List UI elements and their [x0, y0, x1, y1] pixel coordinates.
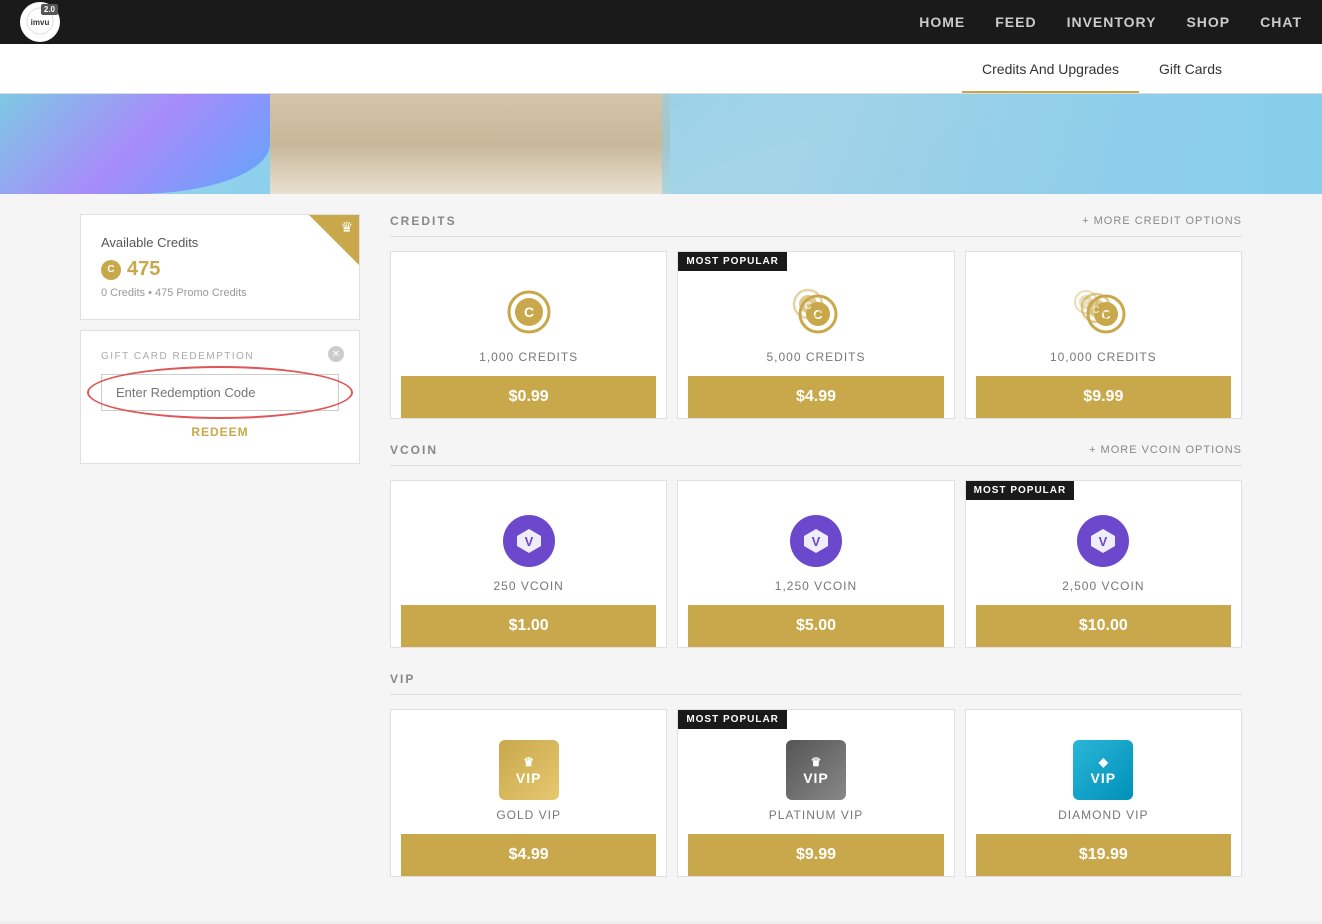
vcoin-price-btn-250[interactable]: $1.00 — [401, 605, 656, 647]
nav-inventory[interactable]: INVENTORY — [1067, 14, 1157, 30]
credits-icon-10000: C C C — [1073, 282, 1133, 342]
vip-icon-diamond: ◆ VIP — [1073, 740, 1133, 800]
gold-corner-badge: ♛ — [309, 215, 359, 265]
vcoin-label-250: 250 VCOIN — [493, 579, 563, 593]
credits-number: 475 — [127, 258, 160, 281]
vcoin-section-title: VCOIN — [390, 443, 438, 457]
hero-person — [270, 94, 670, 194]
credits-price-btn-5000[interactable]: $4.99 — [688, 376, 943, 418]
credits-card-1000: C 1,000 CREDITS $0.99 — [390, 251, 667, 419]
beta-badge: 2.0 — [41, 4, 58, 15]
vcoin-section-header: VCOIN + MORE VCOIN OPTIONS — [390, 443, 1242, 466]
vcoin-icon-1250: V — [786, 511, 846, 571]
svg-text:C: C — [524, 304, 534, 320]
hero-orbs — [0, 94, 270, 194]
vip-price-btn-gold[interactable]: $4.99 — [401, 834, 656, 876]
vcoin-label-2500: 2,500 VCOIN — [1062, 579, 1144, 593]
vip-card-diamond: ◆ VIP DIAMOND VIP $19.99 — [965, 709, 1242, 877]
svg-text:C: C — [804, 301, 811, 312]
vip-crown-gold: ♛ — [523, 755, 534, 769]
credits-icon-1000: C — [499, 282, 559, 342]
credits-title: Available Credits — [101, 235, 339, 250]
svg-text:V: V — [812, 534, 821, 549]
svg-text:C: C — [1083, 299, 1089, 308]
vcoin-card-1250: V 1,250 VCOIN $5.00 — [677, 480, 954, 648]
nav-links: HOME FEED INVENTORY SHOP CHAT — [919, 14, 1302, 30]
vcoin-price-btn-2500[interactable]: $10.00 — [976, 605, 1231, 647]
credits-breakdown: 0 Credits • 475 Promo Credits — [101, 287, 339, 299]
svg-text:V: V — [524, 534, 533, 549]
credits-card-10000: C C C 10,000 CREDITS $9.99 — [965, 251, 1242, 419]
credits-amount: C 475 — [101, 258, 339, 281]
redemption-close-button[interactable]: ✕ — [328, 346, 344, 362]
credits-more-options[interactable]: + MORE CREDIT OPTIONS — [1082, 215, 1242, 227]
hero-banner — [0, 94, 1322, 194]
credits-price-btn-1000[interactable]: $0.99 — [401, 376, 656, 418]
vip-label-platinum: PLATINUM VIP — [769, 808, 863, 822]
credits-card-5000: MOST POPULAR C C 5,000 CREDITS $4.99 — [677, 251, 954, 419]
vip-text-diamond: VIP — [1091, 770, 1117, 786]
vip-card-gold: ♛ VIP GOLD VIP $4.99 — [390, 709, 667, 877]
vip-crown-platinum: ♛ — [811, 755, 822, 769]
svg-text:V: V — [1099, 534, 1108, 549]
redeem-button[interactable]: REDEEM — [101, 421, 339, 443]
vip-text-gold: VIP — [516, 770, 542, 786]
vip-label-diamond: DIAMOND VIP — [1058, 808, 1148, 822]
tab-gift-cards[interactable]: Gift Cards — [1139, 47, 1242, 93]
credits-box: Available Credits C 475 0 Credits • 475 … — [80, 214, 360, 320]
vip-price-btn-diamond[interactable]: $19.99 — [976, 834, 1231, 876]
svg-text:imvu: imvu — [31, 18, 50, 27]
credits-label-10000: 10,000 CREDITS — [1050, 350, 1157, 364]
vcoin-more-options[interactable]: + MORE VCOIN OPTIONS — [1089, 444, 1242, 456]
vcoin-cards-grid: V 250 VCOIN $1.00 V — [390, 480, 1242, 648]
sub-nav: Credits And Upgrades Gift Cards — [0, 44, 1322, 94]
vip-card-platinum: MOST POPULAR ♛ VIP PLATINUM VIP $9.99 — [677, 709, 954, 877]
credits-icon-5000: C C — [786, 282, 846, 342]
credits-price-btn-10000[interactable]: $9.99 — [976, 376, 1231, 418]
vip-price-btn-platinum[interactable]: $9.99 — [688, 834, 943, 876]
main-content: Available Credits C 475 0 Credits • 475 … — [0, 194, 1322, 921]
vcoin-card-250: V 250 VCOIN $1.00 — [390, 480, 667, 648]
tab-credits-upgrades[interactable]: Credits And Upgrades — [962, 47, 1139, 93]
most-popular-badge-vip: MOST POPULAR — [678, 710, 787, 729]
credits-label-5000: 5,000 CREDITS — [766, 350, 865, 364]
vip-icon-platinum: ♛ VIP — [786, 740, 846, 800]
vip-crown-diamond: ◆ — [1099, 755, 1108, 769]
nav-bar: imvu 2.0 HOME FEED INVENTORY SHOP CHAT — [0, 0, 1322, 44]
credits-cards-grid: C 1,000 CREDITS $0.99 MOST POPULAR C — [390, 251, 1242, 419]
hero-overlay — [662, 94, 1322, 194]
nav-feed[interactable]: FEED — [995, 14, 1036, 30]
vip-section-title: VIP — [390, 672, 415, 686]
credits-section-header: CREDITS + MORE CREDIT OPTIONS — [390, 214, 1242, 237]
most-popular-badge-vcoin: MOST POPULAR — [966, 481, 1075, 500]
redemption-box: GIFT CARD REDEMPTION ✕ REDEEM — [80, 330, 360, 464]
redemption-title: GIFT CARD REDEMPTION — [101, 351, 339, 362]
vip-section-header: VIP — [390, 672, 1242, 695]
vip-section: VIP ♛ VIP GOLD VIP $4.99 MOST POPUL — [390, 672, 1242, 877]
vcoin-icon-250: V — [499, 511, 559, 571]
most-popular-badge-credits: MOST POPULAR — [678, 252, 787, 271]
vcoin-card-2500: MOST POPULAR V 2,500 VCOIN $10.00 — [965, 480, 1242, 648]
vip-cards-grid: ♛ VIP GOLD VIP $4.99 MOST POPULAR ♛ VIP — [390, 709, 1242, 877]
logo[interactable]: imvu 2.0 — [20, 2, 60, 42]
vcoin-label-1250: 1,250 VCOIN — [775, 579, 857, 593]
vcoin-icon-2500: V — [1073, 511, 1133, 571]
right-panel: CREDITS + MORE CREDIT OPTIONS C 1,000 CR… — [390, 214, 1242, 901]
credits-section: CREDITS + MORE CREDIT OPTIONS C 1,000 CR… — [390, 214, 1242, 419]
vip-text-platinum: VIP — [803, 770, 829, 786]
credit-coin-icon: C — [101, 260, 121, 280]
nav-home[interactable]: HOME — [919, 14, 965, 30]
nav-chat[interactable]: CHAT — [1260, 14, 1302, 30]
nav-shop[interactable]: SHOP — [1186, 14, 1230, 30]
credits-label-1000: 1,000 CREDITS — [479, 350, 578, 364]
left-panel: Available Credits C 475 0 Credits • 475 … — [80, 214, 360, 901]
redemption-code-input[interactable] — [101, 374, 339, 411]
redemption-input-wrapper — [101, 374, 339, 411]
vip-icon-gold: ♛ VIP — [499, 740, 559, 800]
vip-label-gold: GOLD VIP — [496, 808, 561, 822]
credits-section-title: CREDITS — [390, 214, 457, 228]
vcoin-price-btn-1250[interactable]: $5.00 — [688, 605, 943, 647]
vcoin-section: VCOIN + MORE VCOIN OPTIONS V 250 VCOIN — [390, 443, 1242, 648]
